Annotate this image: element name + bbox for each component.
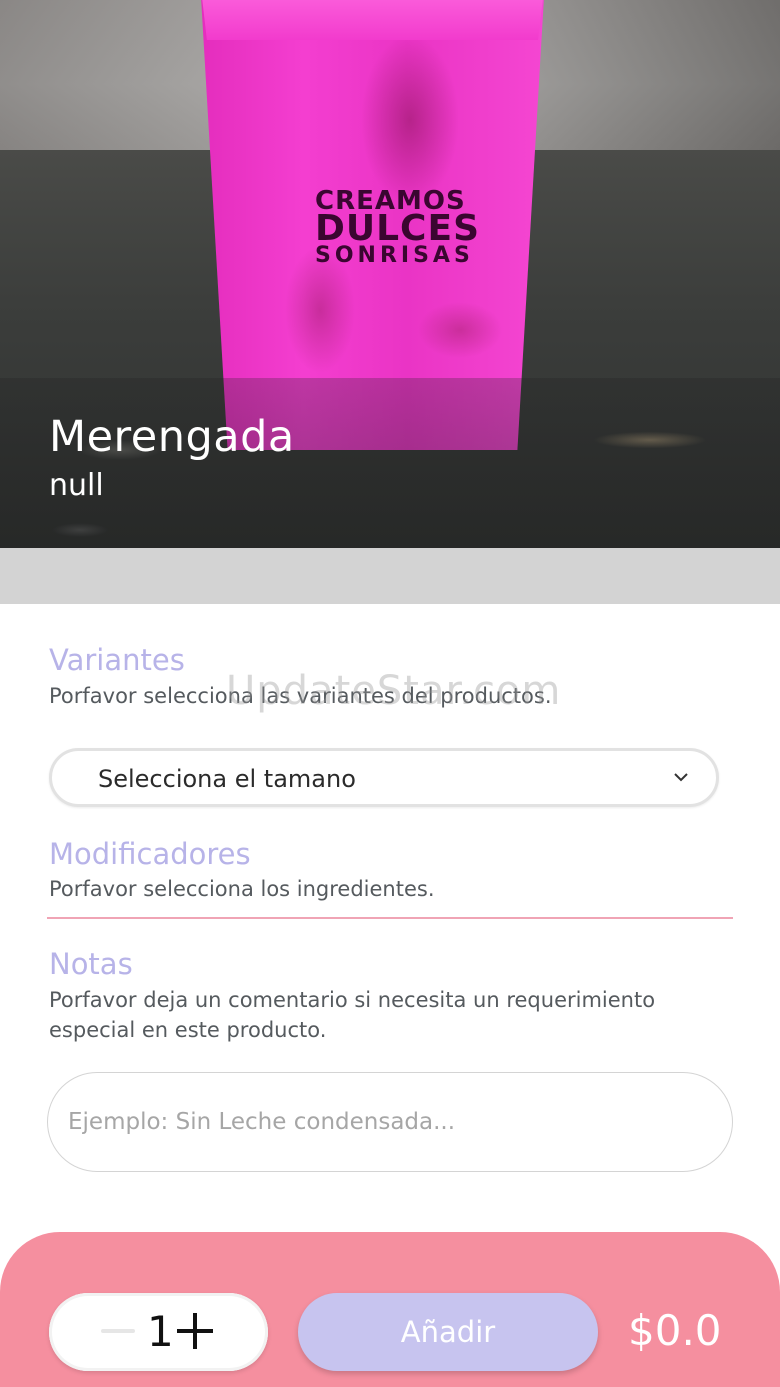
- quantity-stepper[interactable]: 1: [49, 1293, 268, 1371]
- modifiers-divider: [47, 917, 733, 919]
- variants-heading: Variantes: [49, 643, 185, 677]
- product-image: CREAMOS DULCES SONRISAS Merengada null: [0, 0, 780, 604]
- cup-print-logo: CREAMOS DULCES SONRISAS: [315, 188, 490, 268]
- image-bottom-band: [0, 548, 780, 604]
- product-subtitle: null: [49, 468, 104, 503]
- modifiers-heading: Modificadores: [49, 837, 251, 871]
- variants-description: Porfavor selecciona las variantes del pr…: [49, 684, 552, 708]
- minus-icon[interactable]: [101, 1329, 135, 1333]
- product-detail-screen: CREAMOS DULCES SONRISAS Merengada null V…: [0, 0, 780, 1387]
- notes-field[interactable]: [47, 1072, 733, 1172]
- cup-print-line: DULCES: [315, 208, 480, 250]
- cup-print-line: SONRISAS: [315, 242, 474, 268]
- chevron-down-icon: [674, 773, 688, 782]
- size-select[interactable]: Selecciona el tamano: [49, 748, 719, 807]
- size-select-value: Selecciona el tamano: [98, 765, 356, 793]
- notes-description: Porfavor deja un comentario si necesita …: [49, 988, 656, 1042]
- plus-icon[interactable]: [177, 1313, 213, 1349]
- cup-rim: [200, 0, 545, 40]
- image-overlay-shade: [0, 378, 780, 554]
- total-price: $0.0: [628, 1306, 722, 1355]
- add-button[interactable]: Añadir: [298, 1293, 598, 1371]
- notes-input[interactable]: [68, 1101, 708, 1143]
- add-to-cart-bar: 1 Añadir $0.0: [0, 1232, 780, 1387]
- modifiers-description: Porfavor selecciona los ingredientes.: [49, 877, 435, 901]
- product-title: Merengada: [49, 412, 295, 462]
- notes-heading: Notas: [49, 947, 133, 981]
- quantity-value: 1: [147, 1307, 174, 1356]
